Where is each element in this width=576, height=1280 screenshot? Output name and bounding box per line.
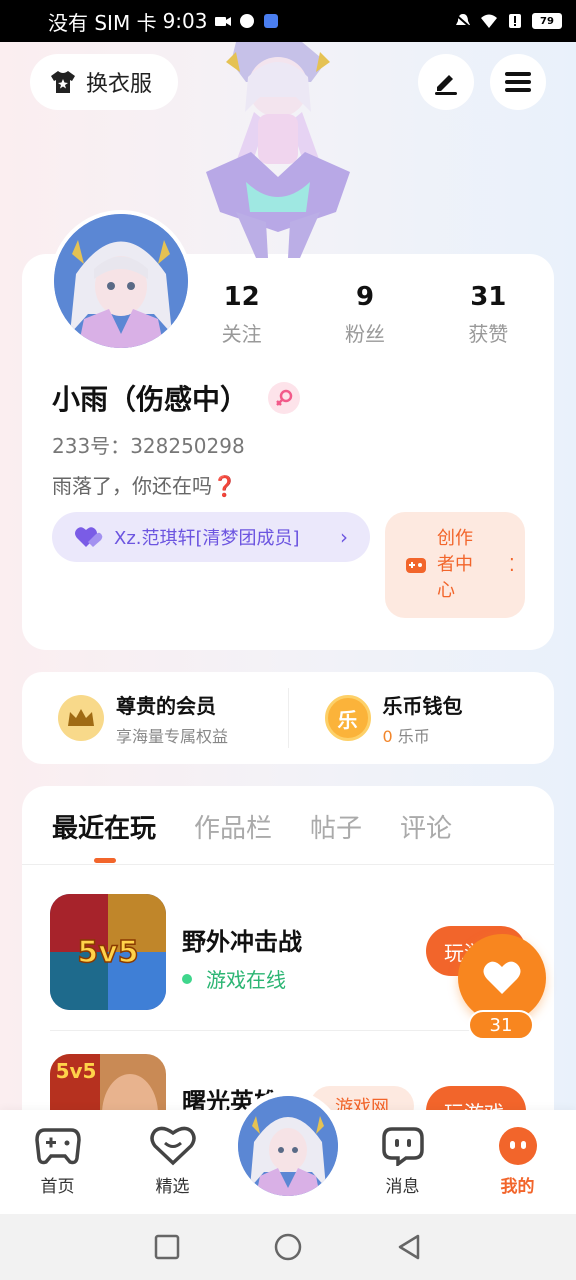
online-dot [182, 973, 192, 984]
music-icon [263, 14, 278, 28]
game-status-text: 游戏在线 [206, 968, 286, 992]
chevron-right-icon: › [340, 525, 348, 549]
tab-indicator [94, 858, 116, 863]
nav-featured[interactable]: 精选 [115, 1110, 230, 1214]
alert-icon [509, 14, 521, 28]
back-icon[interactable] [396, 1233, 422, 1261]
nav-me-label: 我的 [500, 1177, 535, 1197]
creator-center-label: 创作者中心 [437, 528, 473, 601]
creator-gamepad-icon [406, 558, 426, 573]
menu-button[interactable] [490, 54, 546, 110]
stat-label: 获赞 [468, 322, 509, 346]
tab-comments[interactable]: 评论 [400, 808, 452, 845]
battery-indicator: 79 [532, 13, 562, 29]
stat-label: 粉丝 [344, 322, 385, 346]
wallet-title: 乐币钱包 [382, 693, 463, 718]
user-bio: 雨落了，你还在吗❓ [52, 474, 237, 498]
stat-likes[interactable]: 31 获赞 [427, 282, 550, 347]
row-divider [50, 1030, 526, 1031]
clock: 9:03 [162, 9, 208, 33]
wifi-icon [481, 14, 497, 28]
stat-value: 31 [470, 282, 507, 312]
crown-icon [58, 695, 104, 741]
avatar[interactable] [50, 210, 192, 352]
game-icon-text: 5v5 [56, 1059, 97, 1083]
avatar-image [54, 214, 188, 348]
team-label: Xz.范琪轩[清梦团成员] [114, 528, 300, 549]
team-badge-button[interactable]: Xz.范琪轩[清梦团成员] › [52, 512, 370, 562]
edit-profile-button[interactable] [418, 54, 474, 110]
change-outfit-label: 换衣服 [86, 72, 153, 97]
game-icon: 5v5 [50, 894, 166, 1010]
game-icon-text: 5v5 [77, 935, 138, 970]
system-nav-bar [0, 1214, 576, 1280]
shirt-icon [51, 71, 75, 93]
coin-symbol: 乐 [337, 707, 358, 732]
pen-icon [435, 75, 457, 95]
nav-messages-label: 消息 [385, 1177, 420, 1197]
game-name: 野外冲击战 [182, 928, 302, 956]
wallet-balance: 0 [382, 726, 393, 746]
stat-value: 12 [223, 282, 260, 312]
camera-icon [214, 17, 231, 26]
home-icon[interactable] [274, 1233, 302, 1261]
tab-works[interactable]: 作品栏 [194, 808, 272, 845]
username-row: 小雨（伤感中） [52, 378, 301, 418]
message-icon [381, 1127, 424, 1166]
like-button[interactable] [458, 934, 546, 1022]
vip-title: 尊贵的会员 [116, 693, 216, 718]
like-count-badge: 31 [468, 1010, 534, 1040]
tab-bar: 最近在玩 作品栏 帖子 评论 [52, 808, 452, 845]
stat-followers[interactable]: 9 粉丝 [303, 282, 426, 347]
tabs-divider [22, 864, 554, 865]
game-status: 游戏在线 [182, 964, 286, 993]
nav-home[interactable]: 首页 [0, 1110, 115, 1214]
coin-icon: 乐 [324, 695, 371, 741]
more-dots-icon: ⁚ [509, 554, 515, 576]
vip-subtitle: 享海量专属权益 [116, 726, 229, 746]
stat-following[interactable]: 12 关注 [180, 282, 303, 347]
app-icon [239, 14, 254, 28]
nav-avatar-button[interactable] [232, 1090, 344, 1202]
wallet-unit: 乐币 [397, 726, 430, 746]
avatar-3d-figure[interactable] [196, 42, 360, 258]
nav-featured-label: 精选 [155, 1177, 190, 1197]
tab-recent[interactable]: 最近在玩 [52, 808, 156, 845]
user-id-label: 233号： [52, 434, 131, 458]
nav-me[interactable]: 我的 [460, 1110, 575, 1214]
me-icon [498, 1127, 537, 1165]
creator-center-button[interactable]: 创作者中心 ⁚ [385, 512, 525, 618]
stat-label: 关注 [221, 322, 262, 346]
nav-home-label: 首页 [40, 1177, 75, 1197]
mute-icon [454, 13, 472, 29]
heart-chat-icon [149, 1126, 196, 1166]
tab-posts[interactable]: 帖子 [310, 808, 362, 845]
member-card: 尊贵的会员 享海量专属权益 乐 乐币钱包 0 乐币 [22, 672, 554, 764]
avatar-image [238, 1096, 338, 1196]
stat-value: 9 [355, 282, 375, 312]
wallet-entry[interactable]: 乐 乐币钱包 0 乐币 [289, 690, 555, 747]
vip-entry[interactable]: 尊贵的会员 享海量专属权益 [22, 690, 288, 747]
recent-apps-icon[interactable] [154, 1234, 180, 1260]
user-id[interactable]: 233号：328250298 [52, 430, 245, 459]
stats-row: 12 关注 9 粉丝 31 获赞 [180, 282, 550, 347]
heart-icon [483, 961, 521, 994]
user-id-value: 328250298 [130, 434, 245, 458]
nav-messages[interactable]: 消息 [345, 1110, 460, 1214]
hamburger-icon [505, 72, 531, 92]
username: 小雨（伤感中） [52, 383, 249, 416]
change-outfit-button[interactable]: 换衣服 [30, 54, 178, 110]
status-bar: 没有 SIM 卡 9:03 79 [0, 0, 576, 42]
double-heart-icon [75, 527, 103, 547]
gamepad-icon [34, 1128, 81, 1165]
female-icon [268, 382, 301, 414]
carrier-text: 没有 SIM 卡 [48, 10, 157, 35]
